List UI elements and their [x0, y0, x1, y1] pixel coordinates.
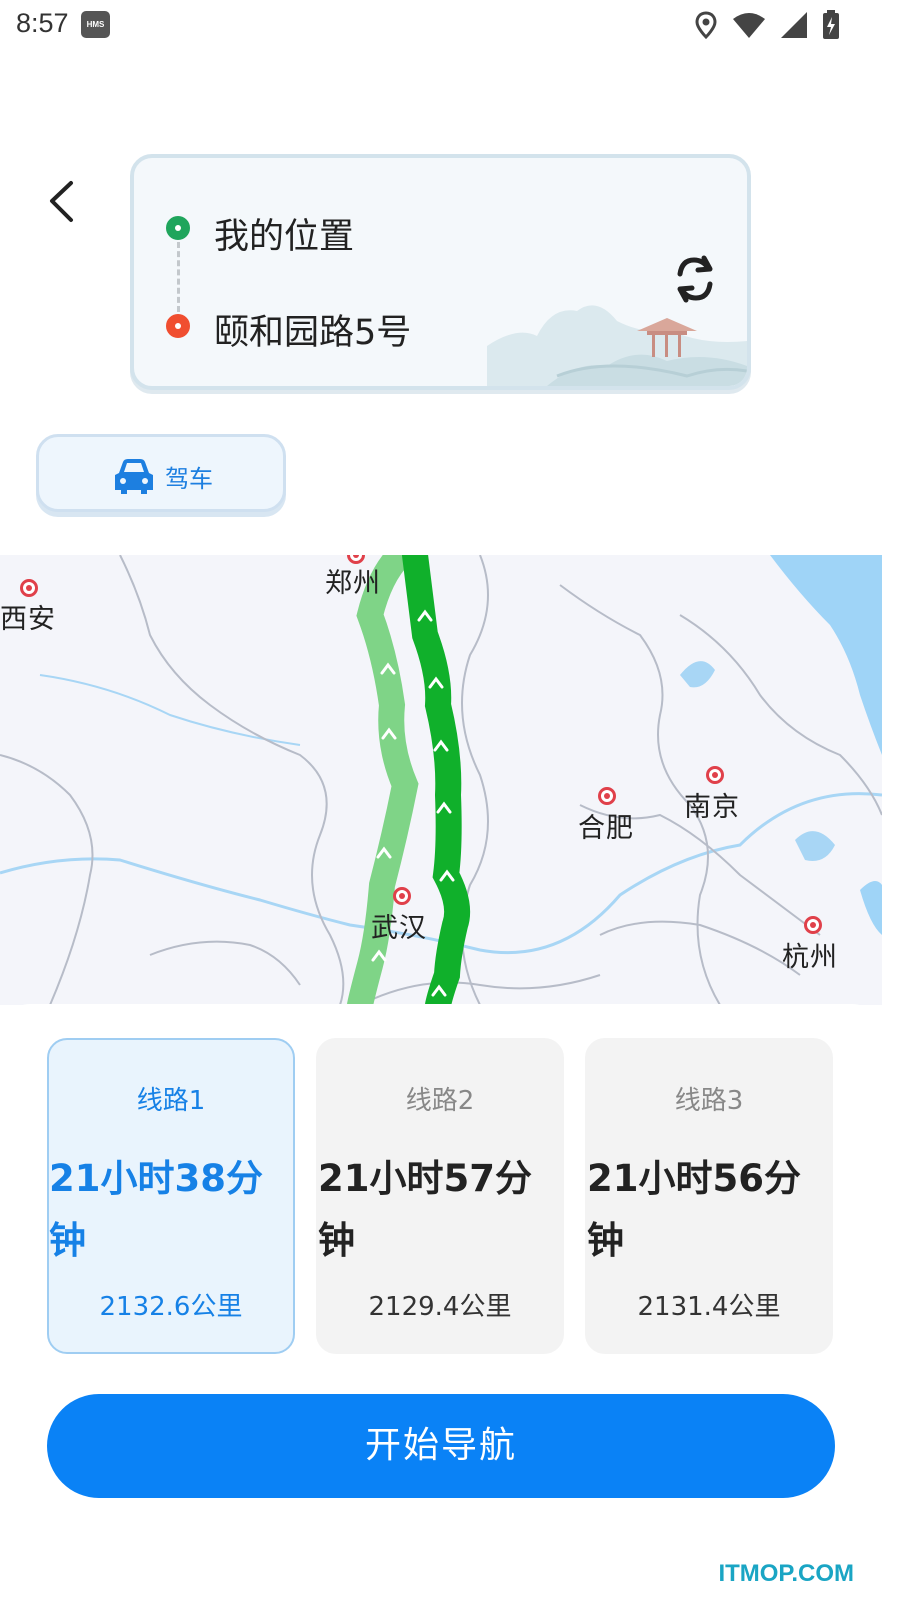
signal-icon	[781, 12, 807, 38]
bay-area	[860, 881, 882, 935]
river	[39, 674, 301, 746]
city-label-wuhan: 武汉	[371, 913, 427, 944]
status-bar: 8:57 HMS	[0, 0, 900, 50]
destination-dot	[166, 314, 190, 338]
city-marker-hefei	[598, 787, 616, 805]
city-marker-xian	[20, 579, 38, 597]
lake	[680, 661, 715, 688]
route-option-time: 21小时56分钟	[587, 1157, 801, 1262]
origin-input[interactable]: 我的位置	[214, 208, 354, 259]
chevron-left-icon	[50, 181, 73, 222]
route-option-distance: 2129.4公里	[368, 1292, 512, 1322]
swap-button[interactable]	[670, 252, 720, 306]
swap-icon	[677, 255, 713, 303]
origin-dot	[166, 216, 190, 240]
route-option-1[interactable]: 线路1 21小时38分钟 2132.6公里	[47, 1038, 295, 1354]
city-label-xian: 西安	[0, 604, 56, 635]
route-option-3[interactable]: 线路3 21小时56分钟 2131.4公里	[585, 1038, 833, 1354]
route-input-card: 我的位置 颐和园路5号	[130, 154, 751, 390]
back-button[interactable]	[40, 178, 84, 226]
route-option-time: 21小时38分钟	[49, 1157, 263, 1262]
destination-input[interactable]: 颐和园路5号	[214, 304, 411, 355]
route-connector-line	[177, 242, 180, 312]
sea-area	[770, 555, 882, 755]
wifi-icon	[733, 13, 765, 38]
lake	[795, 831, 835, 861]
city-label-hangzhou: 杭州	[782, 942, 838, 973]
city-marker-wuhan	[393, 887, 411, 905]
mode-label: 驾车	[165, 465, 213, 493]
status-time: 8:57	[16, 8, 69, 38]
city-marker-nanjing	[706, 766, 724, 784]
watermark: ITMOP.COM	[718, 1560, 854, 1587]
hms-badge: HMS	[81, 11, 110, 38]
route-option-label: 线路1	[136, 1086, 206, 1116]
city-marker-hangzhou	[804, 916, 822, 934]
route-option-distance: 2132.6公里	[99, 1292, 243, 1322]
location-icon	[695, 11, 717, 39]
route-option-distance: 2131.4公里	[637, 1292, 781, 1322]
status-icons	[694, 8, 840, 42]
route-option-time: 21小时57分钟	[318, 1157, 532, 1262]
route-option-label: 线路3	[674, 1086, 744, 1116]
route-options-sheet: 线路1 21小时38分钟 2132.6公里 线路2 21小时57分钟 2129.…	[0, 1004, 882, 1600]
city-label-nanjing: 南京	[684, 792, 740, 823]
map-canvas	[0, 555, 882, 1005]
route-map[interactable]: 郑州 西安 合肥 南京 武汉 杭州	[0, 555, 882, 1005]
car-icon	[115, 459, 153, 494]
mode-tab-drive[interactable]: 驾车	[36, 434, 286, 512]
city-label-hefei: 合肥	[578, 813, 634, 844]
city-label-zhengzhou: 郑州	[325, 568, 381, 599]
battery-charging-icon	[823, 10, 839, 39]
route-option-label: 线路2	[405, 1086, 475, 1116]
start-navigation-button[interactable]: 开始导航	[47, 1394, 835, 1498]
route-option-2[interactable]: 线路2 21小时57分钟 2129.4公里	[316, 1038, 564, 1354]
